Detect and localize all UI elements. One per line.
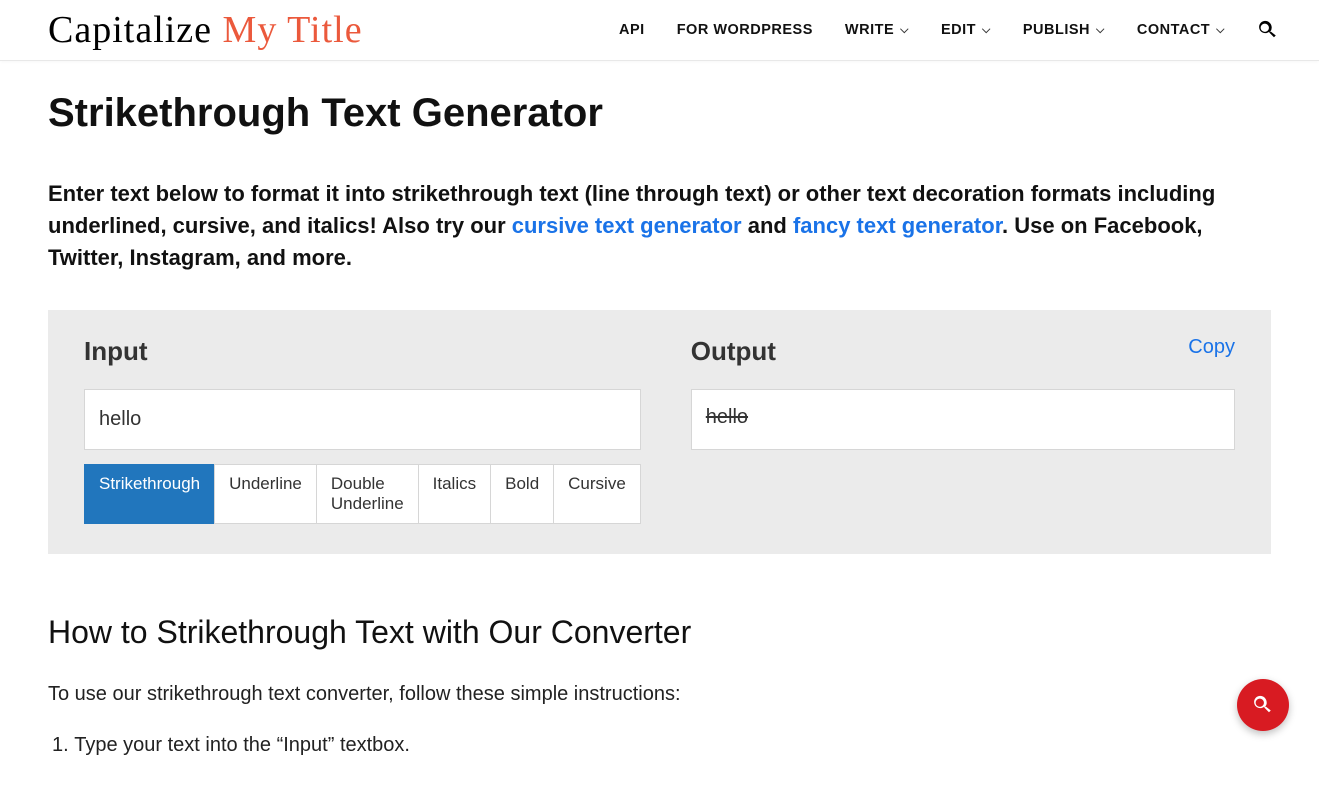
search-icon xyxy=(1257,19,1279,41)
nav-label: FOR WORDPRESS xyxy=(677,22,813,38)
output-column: Output hello xyxy=(691,336,1235,524)
input-textbox[interactable] xyxy=(84,389,641,450)
howto-heading: How to Strikethrough Text with Our Conve… xyxy=(48,614,1271,651)
generator-panel: Input Strikethrough Underline Double Und… xyxy=(48,310,1271,554)
nav-item-edit[interactable]: EDIT ⌵ xyxy=(941,22,991,38)
intro-text: Enter text below to format it into strik… xyxy=(48,178,1271,274)
tab-bold[interactable]: Bold xyxy=(490,464,554,524)
nav-label: WRITE xyxy=(845,22,894,38)
input-label: Input xyxy=(84,336,641,367)
tab-strikethrough[interactable]: Strikethrough xyxy=(84,464,215,524)
search-button[interactable] xyxy=(1257,19,1279,41)
site-logo[interactable]: Capitalize My Title xyxy=(48,8,363,52)
nav-label: CONTACT xyxy=(1137,22,1210,38)
nav-label: EDIT xyxy=(941,22,976,38)
main-nav: API FOR WORDPRESS WRITE⌵ EDIT⌵ PUBLISH⌵ … xyxy=(619,19,1279,41)
output-textbox[interactable]: hello xyxy=(691,389,1235,450)
input-column: Input Strikethrough Underline Double Und… xyxy=(84,336,641,524)
tab-italics[interactable]: Italics xyxy=(418,464,491,524)
copy-button[interactable]: Copy xyxy=(1188,336,1235,359)
chevron-down-icon: ⌵ xyxy=(1216,24,1225,37)
tab-double-underline[interactable]: Double Underline xyxy=(316,464,419,524)
search-icon xyxy=(1252,694,1274,716)
nav-item-for-wordpress[interactable]: FOR WORDPRESS xyxy=(677,22,813,38)
logo-part-1: Capitalize xyxy=(48,9,223,51)
nav-label: PUBLISH xyxy=(1023,22,1090,38)
nav-item-api[interactable]: API xyxy=(619,22,645,38)
nav-item-publish[interactable]: PUBLISH ⌵ xyxy=(1023,22,1105,38)
nav-label: API xyxy=(619,22,645,38)
chevron-down-icon: ⌵ xyxy=(982,24,991,37)
tab-cursive[interactable]: Cursive xyxy=(553,464,641,524)
chevron-down-icon: ⌵ xyxy=(900,24,909,37)
nav-item-write[interactable]: WRITE ⌵ xyxy=(845,22,909,38)
howto-body: To use our strikethrough text converter,… xyxy=(48,679,748,710)
link-cursive-generator[interactable]: cursive text generator xyxy=(512,213,742,238)
content-area: Strikethrough Text Generator Enter text … xyxy=(0,61,1319,797)
nav-item-contact[interactable]: CONTACT ⌵ xyxy=(1137,22,1225,38)
output-label: Output xyxy=(691,336,1235,367)
page-title: Strikethrough Text Generator xyxy=(48,91,1271,136)
site-header: Capitalize My Title API FOR WORDPRESS WR… xyxy=(0,0,1319,61)
floating-search-button[interactable] xyxy=(1237,679,1289,731)
chevron-down-icon: ⌵ xyxy=(1096,24,1105,37)
howto-step-1: Type your text into the “Input” textbox. xyxy=(52,734,1271,757)
link-fancy-generator[interactable]: fancy text generator xyxy=(793,213,1002,238)
intro-segment: and xyxy=(742,213,793,238)
howto-steps: Type your text into the “Input” textbox. xyxy=(52,734,1271,757)
tab-underline[interactable]: Underline xyxy=(214,464,317,524)
logo-part-2: My Title xyxy=(223,9,363,51)
format-tabs: Strikethrough Underline Double Underline… xyxy=(84,464,641,524)
